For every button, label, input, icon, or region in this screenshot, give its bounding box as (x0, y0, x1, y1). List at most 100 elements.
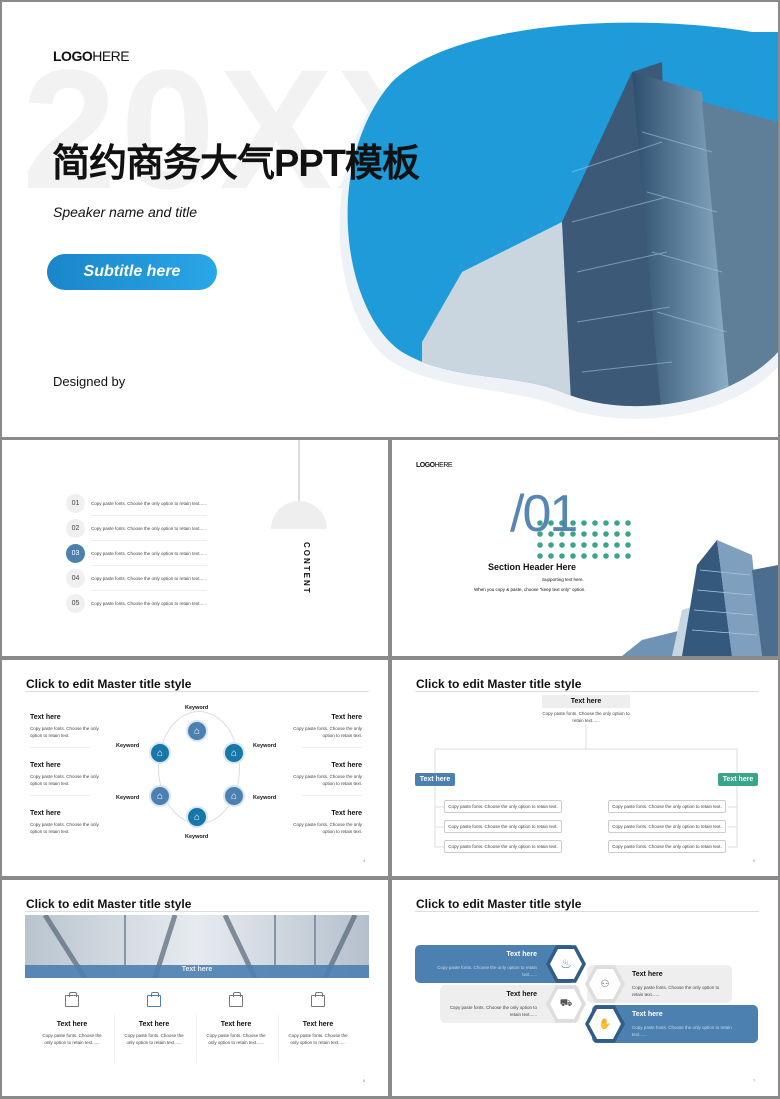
lamp-cord (298, 440, 300, 502)
divider (91, 515, 207, 516)
dot (592, 531, 598, 537)
keyword: Keyword (185, 705, 209, 711)
divider (91, 540, 207, 541)
dot (614, 520, 620, 526)
keyword: Keyword (116, 795, 140, 801)
four-column-slide[interactable]: Click to edit Master title style Text he… (2, 880, 388, 1096)
page-number: 5 (753, 858, 756, 863)
bank-icon: ⌂ (149, 785, 171, 807)
column-body: Copy paste fonts. Choose the only option… (288, 1033, 348, 1045)
column-body: Copy paste fonts. Choose the only option… (206, 1033, 266, 1045)
toc-item[interactable]: 01 Copy paste fonts. Choose the only opti… (66, 494, 207, 513)
toc-text: Copy paste fonts. Choose the only option… (91, 551, 207, 556)
dot (581, 531, 587, 537)
dot (581, 542, 587, 548)
toc-item[interactable]: 04 Copy paste fonts. Choose the only opti… (66, 569, 207, 588)
dot (548, 553, 554, 559)
keyword: Keyword (185, 834, 209, 840)
column-heading: Text here (138, 1021, 170, 1028)
column-heading: Text here (302, 1021, 334, 1028)
toc-number: 01 (66, 494, 85, 513)
column-heading: Text here (56, 1021, 88, 1028)
hand-coin-icon: ✋ (589, 1008, 621, 1040)
shopping-bag-icon (229, 992, 243, 1007)
car-icon: ⛟ (550, 988, 582, 1020)
list-box: Copy paste fonts. Choose the only option… (444, 820, 562, 833)
column: Text here Copy paste fonts. Choose the on… (278, 992, 358, 1046)
column: Text here Copy paste fonts. Choose the on… (196, 992, 276, 1046)
toc-item[interactable]: 05 Copy paste fonts. Choose the only opti… (66, 594, 207, 613)
title-divider (415, 911, 759, 912)
title-divider (25, 911, 369, 912)
page-number: 4 (363, 858, 366, 863)
supporting-text: Supporting text here. (542, 577, 584, 582)
step-heading: Text here (506, 951, 537, 958)
toc-text: Copy paste fonts. Choose the only option… (91, 576, 207, 581)
block-heading: Text here (331, 714, 362, 721)
divider (278, 1015, 279, 1063)
toc-number: 03 (66, 544, 85, 563)
building-image (622, 540, 778, 656)
logo: LOGOHERE (53, 48, 130, 64)
page-number: 6 (363, 1078, 366, 1083)
toc-number: 05 (66, 594, 85, 613)
text-block: Text here Copy paste fonts. Choose the on… (280, 714, 362, 748)
cover-title: 简约商务大气PPT模板 (52, 143, 420, 185)
lamp-shade-icon (271, 501, 327, 529)
text-block: Text here Copy paste fonts. Choose the on… (280, 762, 362, 796)
keyword: Keyword (116, 743, 140, 749)
text-block: Text here Copy paste fonts. Choose the on… (30, 714, 112, 748)
column-heading: Text here (220, 1021, 252, 1028)
toc-item[interactable]: 03 Copy paste fonts. Choose the only opti… (66, 544, 207, 563)
banner-text: Text here (181, 966, 213, 973)
keyword: Keyword (253, 743, 277, 749)
step-body: Copy paste fonts. Choose the only option… (632, 985, 720, 997)
dot (603, 531, 609, 537)
divider (91, 590, 207, 591)
toc-number: 02 (66, 519, 85, 538)
left-tag: Text here (415, 773, 455, 786)
bank-icon: ⌂ (186, 720, 208, 742)
step-body: Copy paste fonts. Choose the only option… (449, 1005, 537, 1017)
toc-item[interactable]: 02 Copy paste fonts. Choose the only opti… (66, 519, 207, 538)
column: Text here Copy paste fonts. Choose the on… (32, 992, 112, 1046)
shopping-bag-icon (311, 992, 325, 1007)
list-box: Copy paste fonts. Choose the only option… (608, 840, 726, 853)
keyword: Keyword (253, 795, 277, 801)
dot (559, 553, 565, 559)
dot (625, 520, 631, 526)
section-number: /01 (510, 485, 578, 543)
section-header: Section Header Here (488, 562, 577, 572)
dot (581, 520, 587, 526)
divider (91, 565, 207, 566)
dot (603, 520, 609, 526)
step-heading: Text here (506, 991, 537, 998)
column: Text here Copy paste fonts. Choose the on… (114, 992, 194, 1046)
list-box: Copy paste fonts. Choose the only option… (444, 800, 562, 813)
hierarchy-slide[interactable]: Click to edit Master title style Text he… (392, 660, 778, 876)
contents-slide[interactable]: CONTENT 01 Copy paste fonts. Choose the o… (2, 440, 388, 656)
block-body: Copy paste fonts. Choose the only option… (293, 822, 362, 834)
dot (614, 531, 620, 537)
block-body: Copy paste fonts. Choose the only option… (30, 774, 99, 786)
subtitle-button[interactable]: Subtitle here (47, 254, 217, 290)
title-divider (25, 691, 369, 692)
dot (614, 553, 620, 559)
text-block: Text here Copy paste fonts. Choose the on… (30, 762, 112, 796)
slide-title: Click to edit Master title style (26, 897, 192, 911)
building-blob-image (339, 22, 778, 419)
speaker-name: Speaker name and title (53, 204, 197, 220)
logo: LOGOHERE (416, 462, 453, 469)
dot (592, 520, 598, 526)
toc-text: Copy paste fonts. Choose the only option… (91, 601, 207, 606)
cover-slide[interactable]: 20XX LOGOHERE 简约商务大气PPT模板 Speaker name a… (2, 2, 778, 437)
block-body: Copy paste fonts. Choose the only option… (293, 726, 362, 738)
step-heading: Text here (632, 1011, 663, 1018)
column-body: Copy paste fonts. Choose the only option… (124, 1033, 184, 1045)
content-label: CONTENT (302, 542, 311, 595)
list-box: Copy paste fonts. Choose the only option… (444, 840, 562, 853)
text-block: Text here Copy paste fonts. Choose the on… (280, 810, 362, 835)
keyword-cycle-slide[interactable]: Click to edit Master title style Text he… (2, 660, 388, 876)
hexagon-steps-slide[interactable]: Click to edit Master title style ♨ ⚇ ⛟ ✋… (392, 880, 778, 1096)
section-slide[interactable]: LOGOHERE /01 Section Header Here Support… (392, 440, 778, 656)
